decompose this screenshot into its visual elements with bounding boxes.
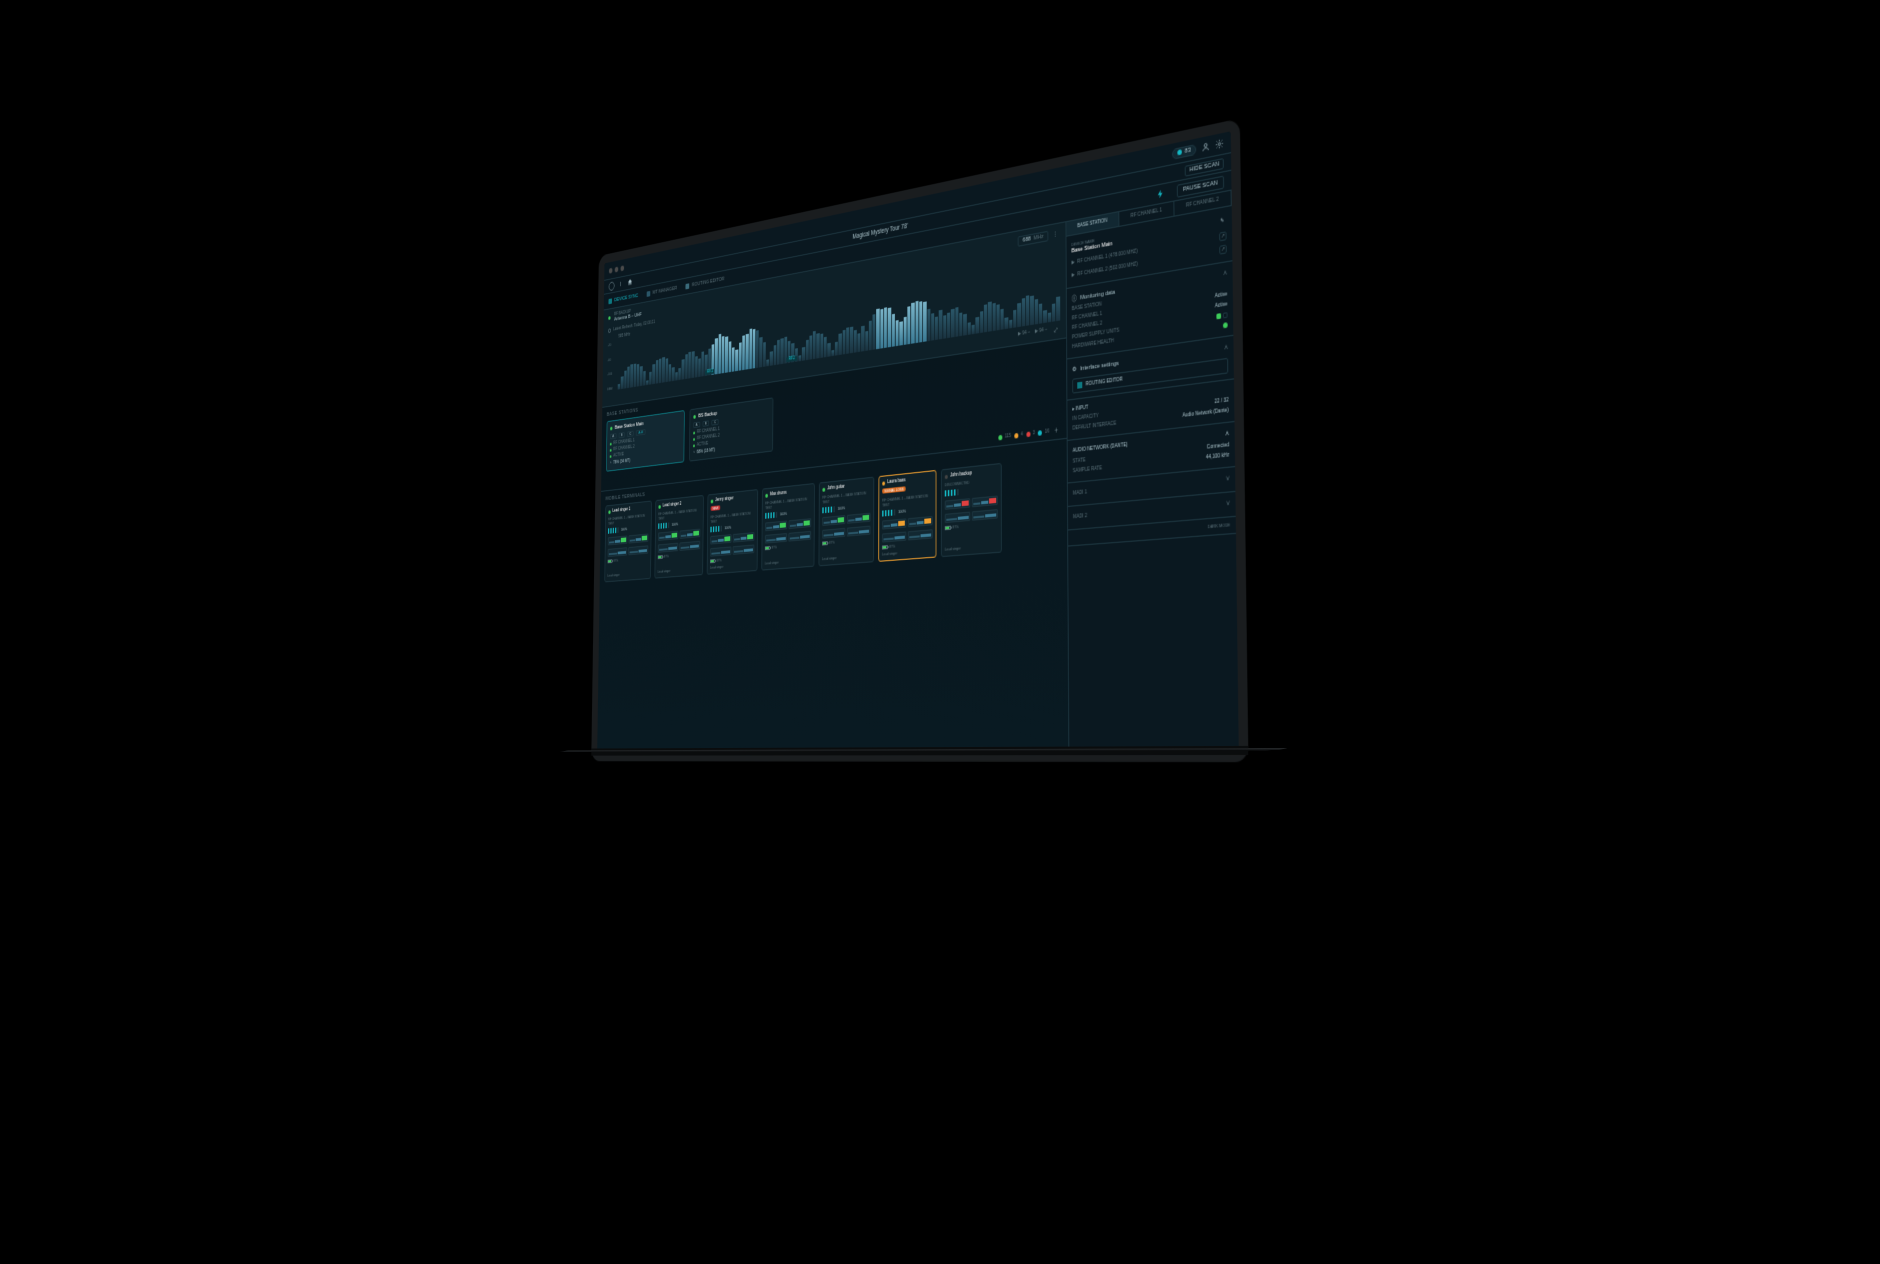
info-icon: ⓘ xyxy=(1072,295,1077,302)
signal-level xyxy=(945,485,998,496)
more-icon[interactable]: ⋮ xyxy=(1052,229,1059,240)
freq-low: 585 MHz xyxy=(618,333,630,340)
battery-level: 87% xyxy=(608,557,649,564)
main-content: RF BACKUP Antenna B – UHF 688 MHz ⋮ xyxy=(597,222,1068,752)
flash-icon[interactable] xyxy=(1156,188,1164,199)
link-icon[interactable]: ↗ xyxy=(1219,231,1226,241)
close-icon[interactable] xyxy=(609,267,613,273)
sync-icon xyxy=(608,298,612,304)
terminal-name: Laura bass xyxy=(887,478,905,485)
minimize-icon[interactable] xyxy=(615,266,619,272)
terminal-role: Lead singer xyxy=(882,549,933,557)
footer-readout-b: ▶ 94 – xyxy=(1035,328,1047,339)
terminal-role: Lead singer xyxy=(710,563,754,570)
list-icon xyxy=(646,290,650,296)
status-dot-icon xyxy=(765,493,768,497)
antenna-chip[interactable]: A xyxy=(610,433,616,439)
mobile-terminal-card[interactable]: Jenny singer NEWRF CHANNEL 1 – BASE STATI… xyxy=(707,489,758,575)
signal-level: 100% xyxy=(658,520,700,530)
mobile-terminal-card[interactable]: John backupDISCONNECTED87%Lead singer xyxy=(941,463,1002,558)
inspector-sidebar: BASE STATION RF CHANNEL 1 RF CHANNEL 2 D… xyxy=(1065,191,1238,751)
terminal-name: Lead singer 1 xyxy=(612,507,630,513)
terminal-channel: RF CHANNEL 1 – BASE STATION TEST xyxy=(765,496,811,511)
status-tag: NEW xyxy=(711,505,721,511)
mobile-terminal-card[interactable]: Max drumsRF CHANNEL 1 – BASE STATION TES… xyxy=(761,483,814,571)
terminal-channel: RF CHANNEL 1 – BASE STATION TEST xyxy=(608,513,649,526)
usage-icon: ◔ xyxy=(610,461,612,466)
battery-level: 87% xyxy=(822,538,870,546)
signal-level: 100% xyxy=(765,509,811,519)
terminal-name: Max drums xyxy=(770,491,787,498)
terminal-channel: RF CHANNEL 1 – BASE STATION TEST xyxy=(822,490,870,505)
mobile-terminal-card[interactable]: Laura bassSIGNAL LOSSRF CHANNEL 1 – BASE… xyxy=(878,470,936,562)
status-dot-icon xyxy=(608,316,610,320)
status-dot-icon xyxy=(822,487,825,491)
mt-manager-button[interactable]: MT MANAGER xyxy=(646,285,677,296)
terminal-channel: RF CHANNEL 1 – BASE STATION TEST xyxy=(710,510,754,524)
home-icon[interactable] xyxy=(627,278,632,287)
footer-readout-a: ▶ 94 – xyxy=(1018,330,1030,341)
device-sync-button[interactable]: DEVICE SYNC xyxy=(608,293,638,304)
add-icon[interactable]: ＋ xyxy=(1053,426,1060,436)
signal-level: 100% xyxy=(608,525,648,534)
mobile-terminal-card[interactable]: Lead singer 1RF CHANNEL 1 – BASE STATION… xyxy=(604,501,651,583)
app-window: 83 | xyxy=(597,131,1239,752)
terminal-name: Lead singer 2 xyxy=(663,502,682,509)
brand-logo-icon xyxy=(609,281,615,291)
terminal-role: Lead singer xyxy=(945,544,998,552)
terminal-name: John backup xyxy=(950,471,972,478)
routing-icon xyxy=(686,283,690,289)
status-badge: 83 xyxy=(1172,143,1196,159)
mobile-terminal-card[interactable]: John guitarRF CHANNEL 1 – BASE STATION T… xyxy=(819,477,875,567)
signal-level: 100% xyxy=(710,523,754,533)
edit-icon[interactable]: ✎ xyxy=(1218,216,1226,227)
refresh-icon[interactable] xyxy=(608,328,611,333)
terminal-channel: RF CHANNEL 1 – BASE STATION TEST xyxy=(882,493,933,508)
divider: | xyxy=(620,281,621,286)
terminal-name: Jenny singer xyxy=(715,496,733,503)
base-station-card[interactable]: Base Station Main A B C A+B RF CHANNEL 1 xyxy=(606,410,685,472)
terminal-role: Lead singer xyxy=(765,558,811,565)
sliders-icon: ⚙ xyxy=(1072,366,1077,373)
link-icon[interactable]: ↗ xyxy=(1219,245,1226,255)
status-badge-count: 83 xyxy=(1185,147,1191,155)
signal-level: 100% xyxy=(822,503,870,514)
battery-level: 87% xyxy=(945,522,998,531)
gear-icon[interactable] xyxy=(1215,138,1223,150)
status-tag: SIGNAL LOSS xyxy=(882,486,906,493)
terminal-role: Lead singer xyxy=(658,567,700,574)
status-dot-icon xyxy=(945,474,948,478)
window-controls[interactable] xyxy=(609,265,624,273)
zoom-icon[interactable] xyxy=(621,265,625,271)
input-heading: ▸ INPUT xyxy=(1072,405,1088,412)
status-dot-icon xyxy=(882,481,885,485)
chevron-up-icon[interactable]: ˄ xyxy=(1224,344,1228,352)
chevron-down-icon[interactable]: ˅ xyxy=(1226,476,1230,484)
mobile-terminal-card[interactable]: Lead singer 2RF CHANNEL 1 – BASE STATION… xyxy=(654,495,703,579)
chevron-up-icon[interactable]: ˄ xyxy=(1223,270,1227,278)
status-dot-icon xyxy=(711,499,714,503)
routing-editor-button[interactable]: ROUTING EDITOR xyxy=(686,276,725,289)
terminal-role: Lead singer xyxy=(822,554,870,562)
terminal-channel: RF CHANNEL 1 – BASE STATION TEST xyxy=(658,507,700,521)
signal-level: 100% xyxy=(882,506,933,517)
battery-level: 87% xyxy=(658,552,700,559)
base-station-card[interactable]: BS Backup A B C RF CHANNEL 1 RF CHANNEL … xyxy=(689,397,773,461)
terminal-role: Lead singer xyxy=(607,571,648,578)
terminal-name: John guitar xyxy=(827,485,844,492)
user-icon[interactable] xyxy=(1202,141,1210,152)
status-dot-icon xyxy=(658,505,660,509)
frequency-input[interactable]: 688 MHz xyxy=(1018,231,1048,247)
expand-icon[interactable]: ⤢ xyxy=(1052,326,1059,337)
battery-level: 87% xyxy=(765,543,811,551)
status-dot-icon xyxy=(608,510,610,514)
